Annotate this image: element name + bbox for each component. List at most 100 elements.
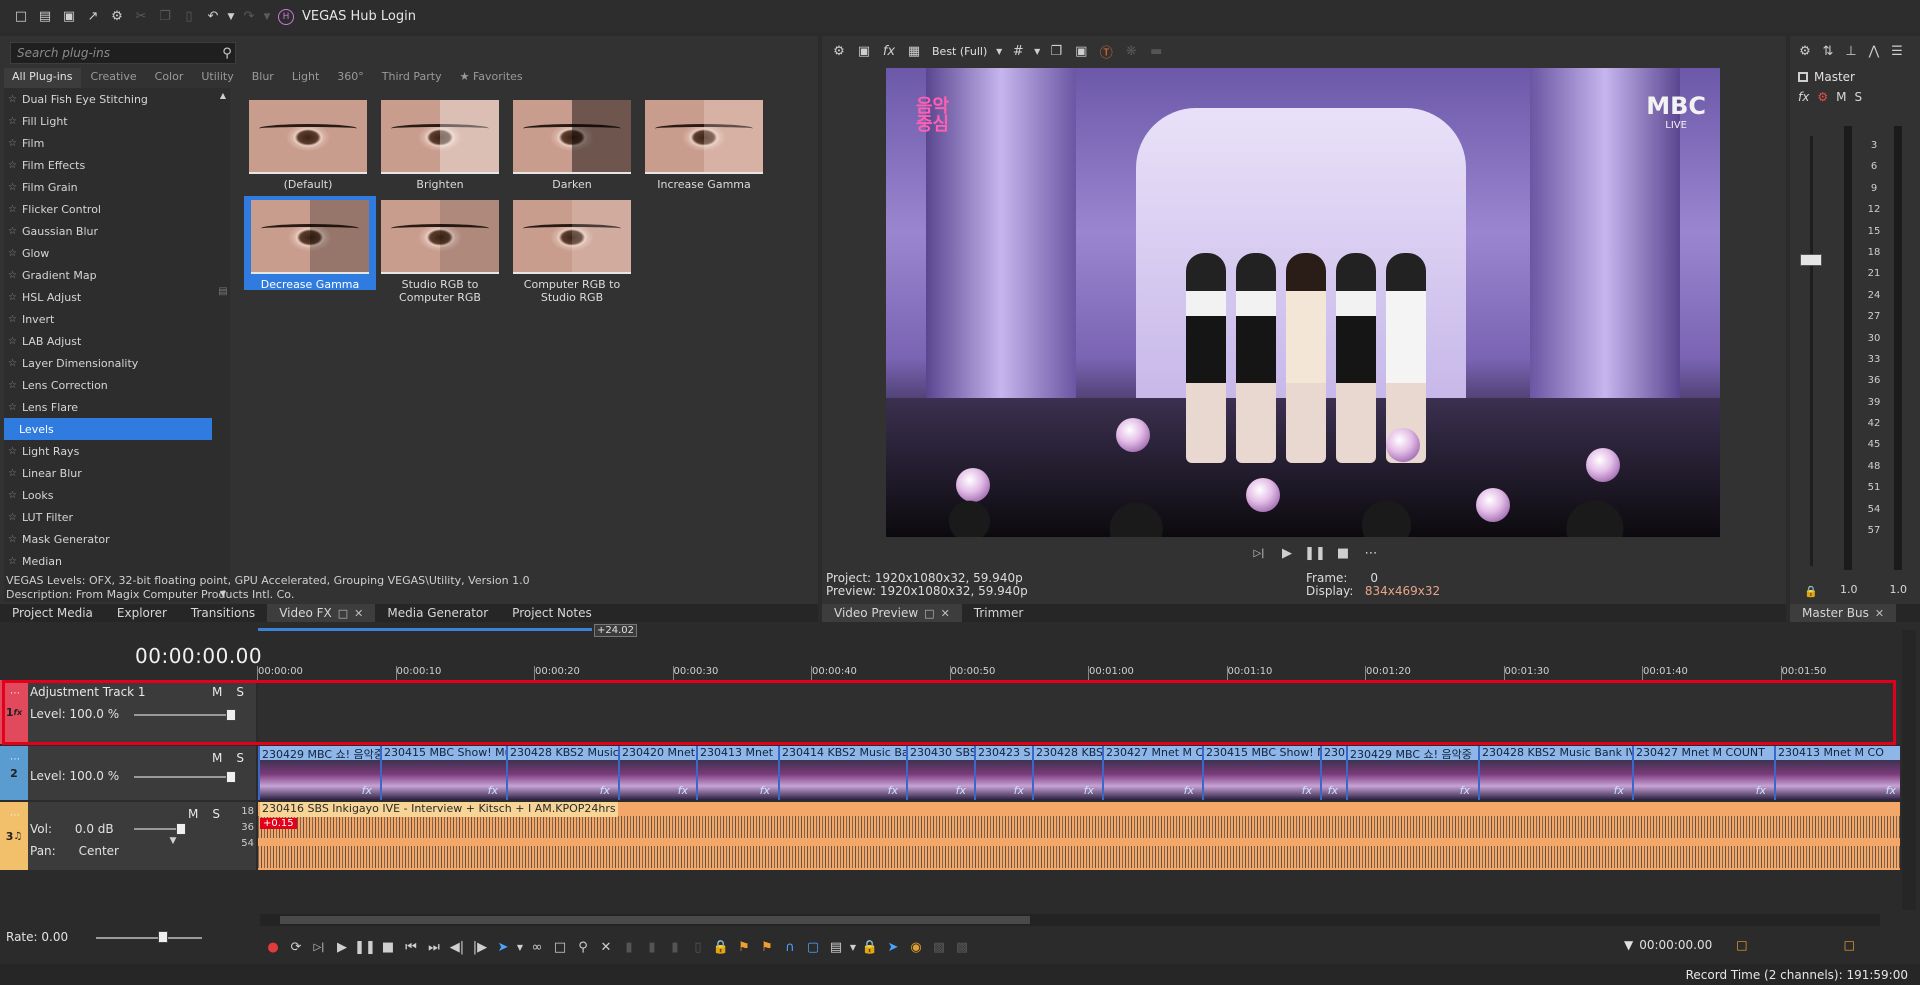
list-item[interactable]: ☆ Film Effects bbox=[4, 154, 230, 176]
list-item[interactable]: ☆ Gradient Map bbox=[4, 264, 230, 286]
close-icon[interactable]: ✕ bbox=[941, 607, 950, 620]
video-clip[interactable]: 230428 KBS2 Music Bank IV fx bbox=[1478, 746, 1632, 800]
insert-icon[interactable]: ▩ bbox=[928, 936, 950, 958]
undo-icon[interactable]: ↶ bbox=[202, 6, 224, 28]
track-mute-button[interactable]: M bbox=[188, 807, 198, 821]
list-item[interactable]: ☆ LUT Filter bbox=[4, 506, 230, 528]
trim-end-icon[interactable]: ▮ bbox=[664, 936, 686, 958]
scrollbar-thumb[interactable] bbox=[280, 916, 1030, 924]
video-clip[interactable]: 230428 KBS fx bbox=[1032, 746, 1102, 800]
clip-fx-icon[interactable]: fx bbox=[678, 784, 688, 797]
checkbox-icon[interactable] bbox=[1798, 72, 1808, 82]
master-solo-button[interactable]: S bbox=[1854, 90, 1862, 104]
folder-2-icon[interactable]: □ bbox=[1844, 938, 1855, 952]
timeline-horizontal-scrollbar[interactable] bbox=[260, 914, 1880, 926]
tab-utility[interactable]: Utility bbox=[193, 68, 241, 88]
list-item[interactable]: ☆ Fill Light bbox=[4, 110, 230, 132]
grid-icon[interactable]: # bbox=[1007, 40, 1029, 62]
mixer-icon[interactable]: ⊥ bbox=[1840, 40, 1862, 62]
loop-region-bar[interactable] bbox=[258, 628, 592, 631]
lock-envelopes-icon[interactable]: 🔒 bbox=[859, 936, 881, 958]
track-level-knob[interactable] bbox=[226, 771, 236, 783]
insert-2-icon[interactable]: ▩ bbox=[951, 936, 973, 958]
track-lane-video[interactable]: 230429 MBC 쇼! 음악중 fx 230415 MBC Show! Mu fx… bbox=[258, 746, 1900, 800]
list-item[interactable]: ☆ Mask Generator bbox=[4, 528, 230, 550]
tab-transitions[interactable]: Transitions bbox=[179, 604, 267, 622]
save-icon[interactable]: ▣ bbox=[58, 6, 80, 28]
new-file-icon[interactable]: □ bbox=[10, 6, 32, 28]
tab-project-media[interactable]: Project Media bbox=[0, 604, 105, 622]
list-item[interactable]: ☆ Looks bbox=[4, 484, 230, 506]
clip-fx-icon[interactable]: fx bbox=[1460, 784, 1470, 797]
tab-explorer[interactable]: Explorer bbox=[105, 604, 179, 622]
preset-computer-to-studio[interactable]: Computer RGB to Studio RGB bbox=[508, 196, 636, 304]
video-clip[interactable]: 230430 SBS fx bbox=[906, 746, 974, 800]
clip-fx-icon[interactable]: fx bbox=[888, 784, 898, 797]
rate-slider-knob[interactable] bbox=[158, 931, 168, 943]
more-icon[interactable]: ⋯ bbox=[1360, 542, 1382, 564]
app-title[interactable]: VEGAS Hub Login bbox=[302, 9, 416, 24]
video-clip[interactable]: 230414 KBS2 Music Ba fx bbox=[778, 746, 906, 800]
undock-icon[interactable]: □ bbox=[338, 607, 348, 620]
video-clip[interactable]: 230429 MBC 쇼! 음악중 fx bbox=[1346, 746, 1478, 800]
tab-project-notes[interactable]: Project Notes bbox=[500, 604, 604, 622]
tab-master-bus[interactable]: Master Bus ✕ bbox=[1790, 604, 1897, 622]
trim-start-icon[interactable]: ▮ bbox=[641, 936, 663, 958]
vegas-hub-icon[interactable]: H bbox=[278, 8, 294, 25]
edit-tool-dropdown-icon[interactable]: ▼ bbox=[515, 936, 525, 958]
clip-fx-icon[interactable]: fx bbox=[1184, 784, 1194, 797]
preset-darken[interactable]: Darken bbox=[508, 96, 636, 191]
master-mute-button[interactable]: M bbox=[1836, 90, 1846, 104]
list-item[interactable]: ☆ LAB Adjust bbox=[4, 330, 230, 352]
region-icon[interactable]: ⚑ bbox=[756, 936, 778, 958]
undock-icon[interactable]: □ bbox=[924, 607, 934, 620]
list-item[interactable]: ☆ HSL Adjust bbox=[4, 286, 230, 308]
preset-decrease-gamma[interactable]: Decrease Gamma bbox=[244, 196, 376, 291]
tab-third-party[interactable]: Third Party bbox=[374, 68, 450, 88]
auto-crossfade-icon[interactable]: ▢ bbox=[802, 936, 824, 958]
clip-fx-icon[interactable]: fx bbox=[1328, 784, 1338, 797]
delete-icon[interactable]: ✕ bbox=[595, 936, 617, 958]
list-item[interactable]: ☆ Linear Blur bbox=[4, 462, 230, 484]
close-icon[interactable]: ✕ bbox=[354, 607, 363, 620]
cursor-time[interactable]: 00:00:00.00 bbox=[1639, 938, 1712, 952]
selection-tool-icon[interactable]: □ bbox=[549, 936, 571, 958]
tab-360[interactable]: 360° bbox=[329, 68, 372, 88]
go-to-start-icon[interactable]: ⏮ bbox=[400, 936, 422, 958]
list-item[interactable]: ☆ Dual Fish Eye Stitching bbox=[4, 88, 230, 110]
video-clip[interactable]: 230428 KBS2 Music fx bbox=[506, 746, 618, 800]
automation-icon[interactable]: ⚙ bbox=[1817, 90, 1828, 104]
gear-icon[interactable]: ⚙ bbox=[828, 40, 850, 62]
video-clip[interactable]: 230413 Mnet fx bbox=[696, 746, 778, 800]
stop-icon[interactable]: ■ bbox=[377, 936, 399, 958]
play-icon[interactable]: ▶ bbox=[331, 936, 353, 958]
normal-edit-tool-icon[interactable]: ➤ bbox=[492, 936, 514, 958]
tab-all-plugins[interactable]: All Plug-ins bbox=[4, 68, 81, 88]
preview-quality-select[interactable]: Best (Full) bbox=[932, 45, 987, 58]
clip-fx-icon[interactable]: fx bbox=[956, 784, 966, 797]
play-from-start-icon[interactable]: ▷| bbox=[1248, 542, 1270, 564]
split-icon[interactable]: ▯ bbox=[687, 936, 709, 958]
list-item[interactable]: ☆ Light Rays bbox=[4, 440, 230, 462]
color-icon[interactable]: ◉ bbox=[905, 936, 927, 958]
video-clip[interactable]: 230415 MBC Show! M fx bbox=[1202, 746, 1320, 800]
marker-icon[interactable]: ⚑ bbox=[733, 936, 755, 958]
trim-icon[interactable]: ▮ bbox=[618, 936, 640, 958]
dim-icon[interactable]: ⋀ bbox=[1863, 40, 1885, 62]
clip-fx-icon[interactable]: fx bbox=[1302, 784, 1312, 797]
tab-video-preview[interactable]: Video Preview □ ✕ bbox=[822, 604, 962, 622]
external-monitor-icon[interactable]: ▣ bbox=[853, 40, 875, 62]
list-item[interactable]: ☆ Lens Flare bbox=[4, 396, 230, 418]
gear-icon[interactable]: ⚙ bbox=[1794, 40, 1816, 62]
pan-marker-icon[interactable]: ▼ bbox=[162, 830, 184, 852]
preset-increase-gamma[interactable]: Increase Gamma bbox=[640, 96, 768, 191]
chevron-down-icon[interactable]: ▼ bbox=[994, 40, 1004, 62]
preset-brighten[interactable]: Brighten bbox=[376, 96, 504, 191]
timeline-vertical-scrollbar[interactable] bbox=[1902, 630, 1916, 910]
play-from-start-icon[interactable]: ▷| bbox=[308, 936, 330, 958]
ripple-dropdown-icon[interactable]: ▼ bbox=[848, 936, 858, 958]
list-item[interactable]: ☆ Film bbox=[4, 132, 230, 154]
video-clip[interactable]: 230413 Mnet M CO fx bbox=[1774, 746, 1900, 800]
tab-creative[interactable]: Creative bbox=[83, 68, 145, 88]
tab-light[interactable]: Light bbox=[284, 68, 327, 88]
